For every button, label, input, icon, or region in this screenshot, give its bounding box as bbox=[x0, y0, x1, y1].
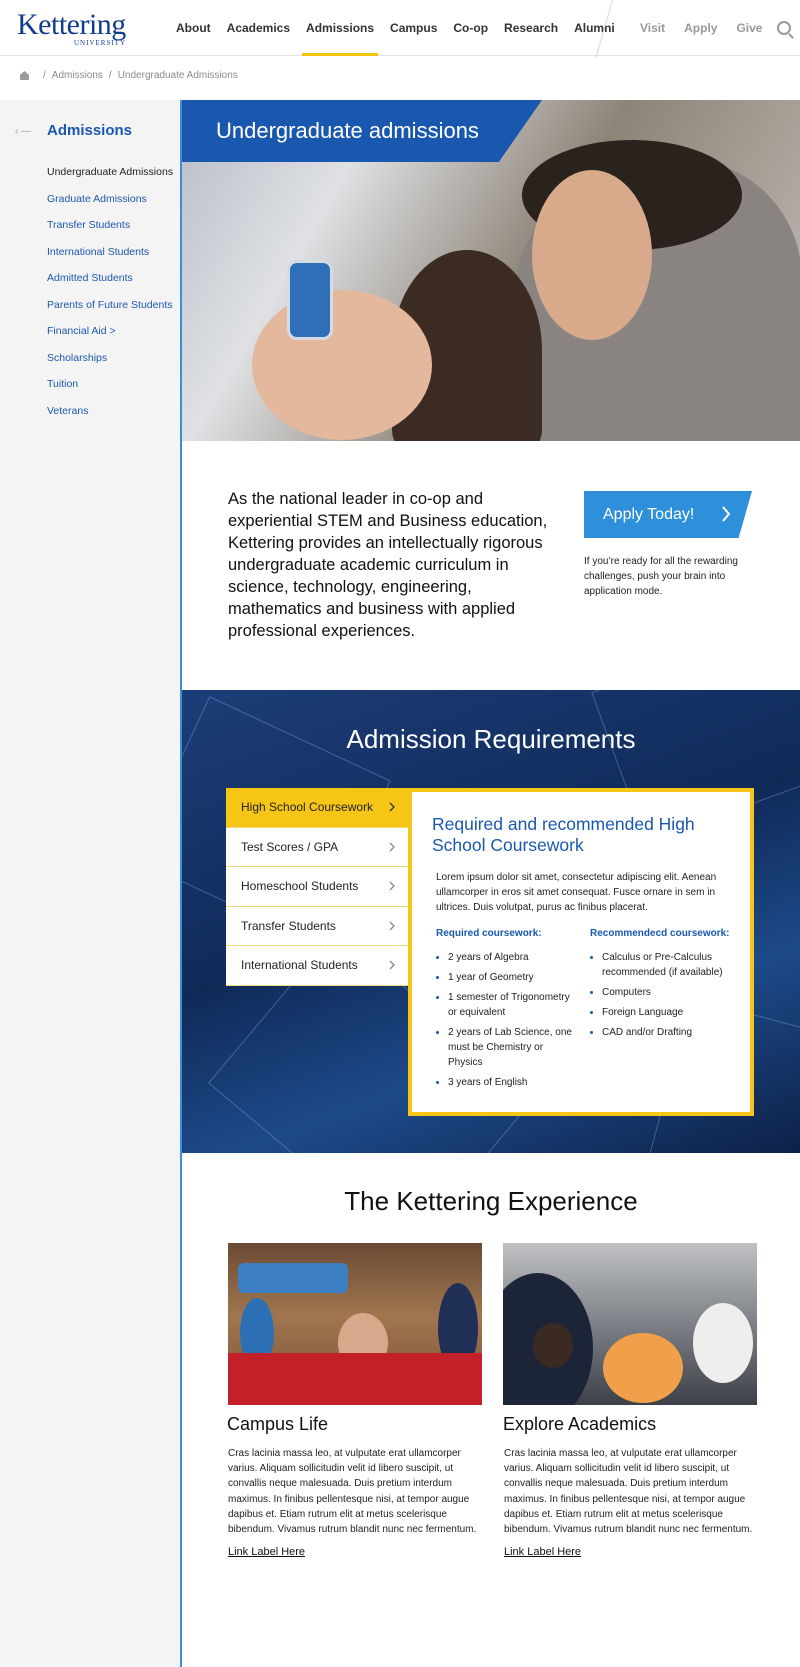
explore-academics-link[interactable]: Link Label Here bbox=[504, 1546, 581, 1558]
campus-life-title: Campus Life bbox=[227, 1414, 329, 1434]
requirements-title: Admission Requirements bbox=[346, 724, 636, 754]
breadcrumb-current: Undergraduate Admissions bbox=[117, 70, 238, 81]
image-detail bbox=[228, 1353, 482, 1405]
panel-body: Lorem ipsum dolor sit amet, consectetur … bbox=[436, 872, 717, 913]
list-item: Foreign Language bbox=[590, 1005, 730, 1020]
tab-label: Homeschool Students bbox=[241, 879, 359, 893]
apply-button-label: Apply Today! bbox=[603, 505, 695, 523]
sidebar-item-graduate[interactable]: Graduate Admissions bbox=[47, 191, 177, 207]
nav-admissions[interactable]: Admissions bbox=[302, 0, 379, 56]
campus-life-link[interactable]: Link Label Here bbox=[228, 1546, 305, 1558]
required-list: 2 years of Algebra 1 year of Geometry 1 … bbox=[436, 950, 576, 1095]
explore-academics-title: Explore Academics bbox=[503, 1414, 657, 1434]
list-item: 2 years of Lab Science, one must be Chem… bbox=[436, 1025, 576, 1070]
search-icon[interactable] bbox=[777, 21, 792, 35]
sidebar: ‹ — Admissions Undergraduate Admissions … bbox=[0, 100, 182, 1667]
sidebar-item-scholarships[interactable]: Scholarships bbox=[47, 350, 177, 366]
sidebar-title[interactable]: Admissions bbox=[47, 122, 132, 139]
sidebar-item-international[interactable]: International Students bbox=[47, 244, 177, 260]
chevron-right-icon bbox=[389, 960, 395, 970]
image-detail bbox=[238, 1263, 348, 1293]
tab-international-students[interactable]: International Students bbox=[226, 946, 408, 986]
hero-vial bbox=[287, 260, 333, 340]
image-detail bbox=[693, 1303, 753, 1383]
sidebar-list: Undergraduate Admissions Graduate Admiss… bbox=[47, 164, 177, 429]
tab-transfer-students[interactable]: Transfer Students bbox=[226, 906, 408, 946]
tab-label: High School Coursework bbox=[241, 800, 374, 814]
list-item: Computers bbox=[590, 985, 730, 1000]
list-item: 2 years of Algebra bbox=[436, 950, 576, 965]
chevron-right-icon bbox=[389, 921, 395, 930]
nav-research[interactable]: Research bbox=[504, 0, 558, 56]
chevron-right-icon bbox=[389, 881, 395, 891]
campus-life-text: Cras lacinia massa leo, at vulputate era… bbox=[228, 1448, 477, 1536]
required-heading: Required coursework: bbox=[436, 928, 542, 939]
apply-caption: If you’re ready for all the rewarding ch… bbox=[584, 556, 738, 597]
tab-label: Transfer Students bbox=[241, 918, 336, 933]
requirements-tabs: High School Coursework Test Scores / GPA… bbox=[226, 788, 408, 986]
util-give[interactable]: Give bbox=[736, 21, 762, 35]
sidebar-item-financial-aid[interactable]: Financial Aid > bbox=[47, 323, 177, 339]
sidebar-item-tuition[interactable]: Tuition bbox=[47, 376, 177, 392]
chevron-right-icon bbox=[389, 842, 395, 851]
home-icon[interactable] bbox=[20, 71, 29, 80]
tab-label: International Students bbox=[241, 958, 358, 972]
breadcrumb-admissions[interactable]: Admissions bbox=[52, 70, 103, 81]
hero-image: Undergraduate admissions bbox=[182, 100, 800, 441]
logo-subtitle: UNIVERSITY bbox=[74, 39, 126, 47]
requirements-panel: Required and recommended High School Cou… bbox=[408, 788, 754, 1116]
image-detail bbox=[533, 1323, 573, 1368]
campus-life-image bbox=[228, 1243, 482, 1405]
nav-about[interactable]: About bbox=[176, 0, 211, 56]
list-item: 3 years of English bbox=[436, 1075, 576, 1090]
kettering-logo[interactable]: Kettering UNIVERSITY bbox=[17, 8, 139, 48]
panel-heading: Required and recommended High School Cou… bbox=[432, 814, 695, 855]
chevron-right-icon bbox=[389, 802, 395, 812]
breadcrumb: / Admissions / Undergraduate Admissions bbox=[20, 70, 238, 81]
nav-campus[interactable]: Campus bbox=[390, 0, 437, 56]
tab-homeschool-students[interactable]: Homeschool Students bbox=[226, 867, 408, 907]
tab-label: Test Scores / GPA bbox=[241, 839, 339, 854]
hero-hand bbox=[252, 290, 432, 440]
sidebar-item-veterans[interactable]: Veterans bbox=[47, 403, 177, 419]
explore-academics-image bbox=[503, 1243, 757, 1405]
tab-high-school-coursework[interactable]: High School Coursework bbox=[226, 788, 408, 828]
list-item: CAD and/or Drafting bbox=[590, 1025, 730, 1040]
explore-academics-text: Cras lacinia massa leo, at vulputate era… bbox=[504, 1448, 753, 1536]
list-item: 1 semester of Trigonometry or equivalent bbox=[436, 990, 576, 1020]
chevron-right-icon bbox=[722, 506, 731, 522]
sidebar-item-admitted[interactable]: Admitted Students bbox=[47, 270, 177, 286]
hero-student-face bbox=[532, 170, 652, 340]
page-title: Undergraduate admissions bbox=[216, 118, 479, 143]
recommended-list: Calculus or Pre-Calculus recommended (if… bbox=[590, 950, 730, 1045]
apply-today-button[interactable]: Apply Today! bbox=[584, 491, 752, 538]
nav-coop[interactable]: Co-op bbox=[453, 0, 488, 56]
nav-academics[interactable]: Academics bbox=[227, 0, 290, 56]
util-apply[interactable]: Apply bbox=[684, 21, 717, 35]
utility-nav: Visit Apply Give bbox=[640, 0, 792, 56]
list-item: 1 year of Geometry bbox=[436, 970, 576, 985]
list-item: Calculus or Pre-Calculus recommended (if… bbox=[590, 950, 730, 980]
image-detail bbox=[603, 1333, 683, 1403]
site-header: Kettering UNIVERSITY About Academics Adm… bbox=[0, 0, 800, 58]
util-visit[interactable]: Visit bbox=[640, 21, 665, 35]
recommended-heading: Recommendecd coursework: bbox=[590, 928, 730, 939]
tab-test-scores[interactable]: Test Scores / GPA bbox=[226, 827, 408, 867]
logo-wordmark: Kettering bbox=[17, 8, 126, 41]
admission-requirements-section: Admission Requirements High School Cours… bbox=[182, 690, 800, 1153]
main-nav: About Academics Admissions Campus Co-op … bbox=[168, 0, 623, 56]
sidebar-item-undergraduate[interactable]: Undergraduate Admissions bbox=[47, 164, 177, 180]
sidebar-back-arrow-icon[interactable]: ‹ — bbox=[15, 126, 31, 137]
sidebar-item-transfer[interactable]: Transfer Students bbox=[47, 217, 177, 233]
intro-paragraph: As the national leader in co-op and expe… bbox=[228, 490, 548, 640]
sidebar-item-parents[interactable]: Parents of Future Students bbox=[47, 297, 177, 313]
experience-title: The Kettering Experience bbox=[344, 1186, 638, 1216]
